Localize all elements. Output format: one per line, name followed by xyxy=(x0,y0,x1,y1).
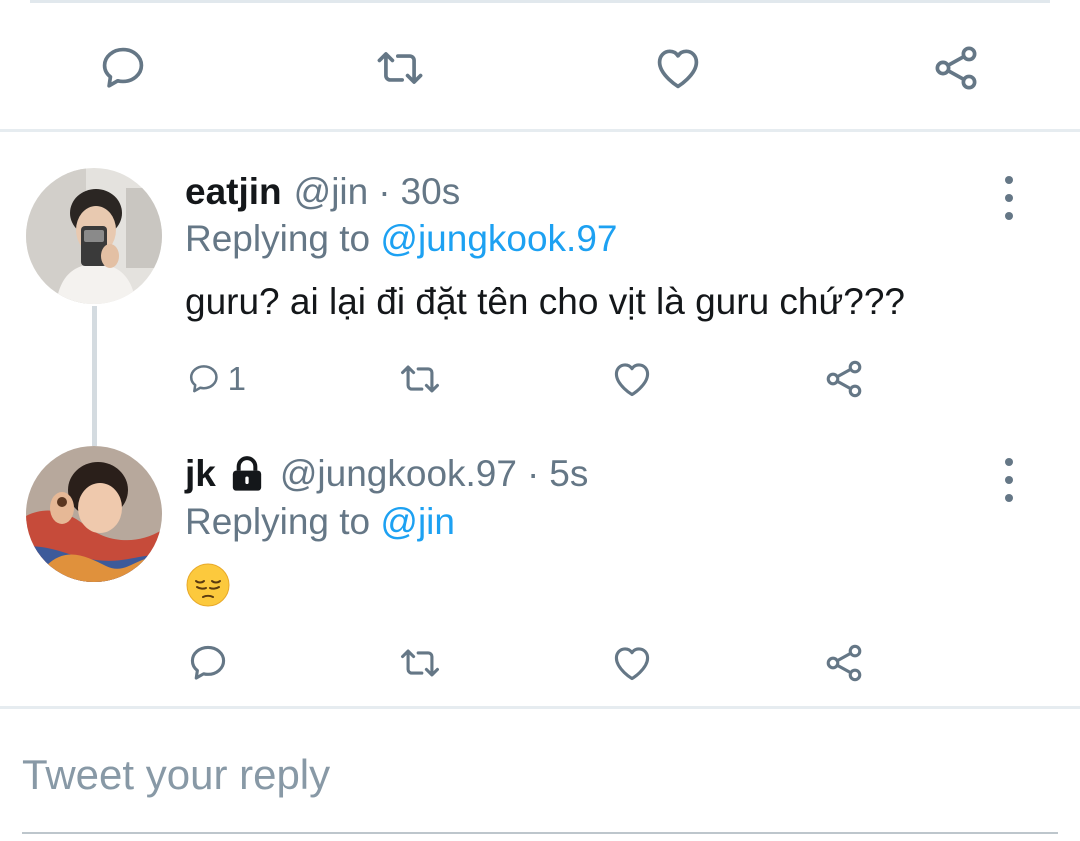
replying-to-line: Replying to @jin xyxy=(185,500,455,544)
like-button[interactable] xyxy=(610,354,670,404)
retweet-icon xyxy=(401,649,439,677)
replying-to-label: Replying to xyxy=(185,501,371,542)
reply-icon xyxy=(190,645,226,680)
composer-divider xyxy=(0,706,1080,709)
reply-button[interactable]: 1 xyxy=(186,354,246,404)
more-options-button[interactable] xyxy=(996,458,1022,502)
like-button[interactable] xyxy=(610,638,670,688)
avatar-image xyxy=(26,168,162,304)
pensive-face-emoji xyxy=(186,563,230,607)
kebab-dot xyxy=(1005,212,1013,220)
avatar-image xyxy=(26,446,162,582)
tweet-reply-input[interactable] xyxy=(22,745,1062,805)
share-button[interactable] xyxy=(822,638,882,688)
replying-to-handle[interactable]: @jin xyxy=(380,501,455,542)
reply-icon xyxy=(102,47,144,88)
timestamp[interactable]: 5s xyxy=(549,452,588,496)
kebab-dot xyxy=(1005,194,1013,202)
reply-button[interactable] xyxy=(186,638,246,688)
share-icon xyxy=(935,46,977,90)
like-button[interactable] xyxy=(648,38,708,98)
reply-button[interactable] xyxy=(93,38,153,98)
share-icon xyxy=(826,644,862,682)
replying-to-line: Replying to @jungkook.97 xyxy=(185,217,618,261)
heart-icon xyxy=(614,363,650,397)
avatar[interactable] xyxy=(26,446,162,582)
heart-icon xyxy=(614,647,650,681)
separator-dot: · xyxy=(526,453,540,494)
tweet-text: guru? ai lại đi đặt tên cho vịt là guru … xyxy=(185,281,906,322)
kebab-dot xyxy=(1005,458,1013,466)
timestamp[interactable]: 30s xyxy=(401,170,461,214)
reply-icon xyxy=(189,365,218,393)
reply-count: 1 xyxy=(227,360,246,397)
tweet-header: eatjin @jin · 30s xyxy=(185,170,460,214)
retweet-button[interactable] xyxy=(398,354,458,404)
section-divider xyxy=(0,129,1080,132)
main-tweet-actions xyxy=(0,0,1080,130)
display-name[interactable]: eatjin xyxy=(185,170,282,214)
retweet-icon xyxy=(401,365,439,393)
retweet-button[interactable] xyxy=(398,638,458,688)
share-icon xyxy=(826,360,862,398)
separator-dot: · xyxy=(378,171,391,212)
kebab-dot xyxy=(1005,476,1013,484)
retweet-icon xyxy=(377,52,423,84)
more-options-button[interactable] xyxy=(996,176,1022,220)
tweet-header: jk @jungkook.97 · 5s xyxy=(185,452,588,496)
replying-to-handle[interactable]: @jungkook.97 xyxy=(380,218,617,259)
reply-input-underline xyxy=(22,832,1058,834)
share-button[interactable] xyxy=(926,38,986,98)
share-button[interactable] xyxy=(822,354,882,404)
user-handle[interactable]: @jungkook.97 xyxy=(280,452,517,496)
thread-connector xyxy=(92,306,97,446)
kebab-dot xyxy=(1005,494,1013,502)
heart-icon xyxy=(657,49,699,89)
replying-to-label: Replying to xyxy=(185,218,371,259)
user-handle[interactable]: @jin xyxy=(294,170,369,214)
lock-icon xyxy=(232,456,262,491)
display-name[interactable]: jk xyxy=(185,452,216,496)
kebab-dot xyxy=(1005,176,1013,184)
retweet-button[interactable] xyxy=(370,38,430,98)
avatar[interactable] xyxy=(26,168,162,304)
